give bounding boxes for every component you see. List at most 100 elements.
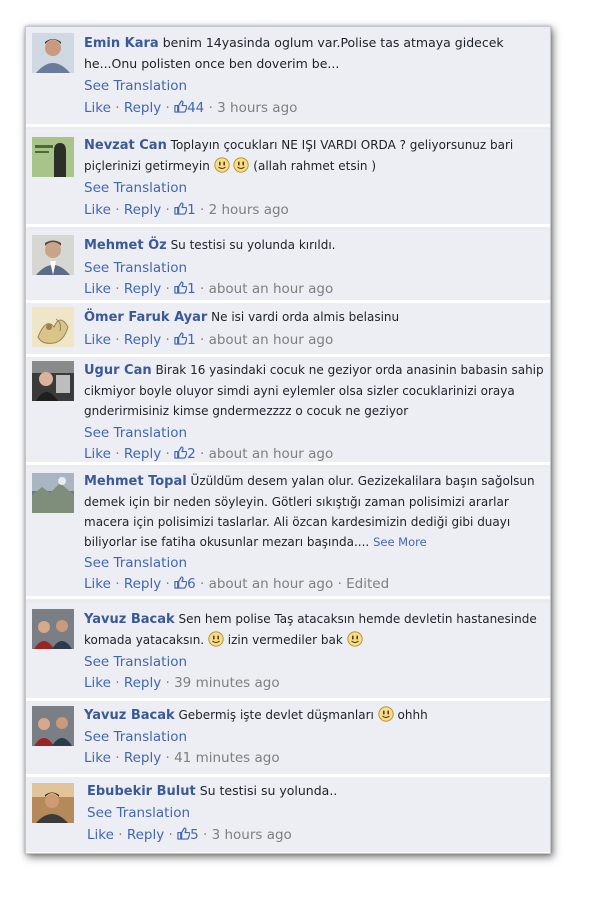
like-count-icon[interactable] [174,202,187,215]
comment-author[interactable]: Ugur Can [84,363,152,378]
separator: · [202,827,208,843]
separator: · [115,281,120,297]
timestamp[interactable]: 3 hours ago [212,827,292,843]
like-link[interactable]: Like [84,332,111,348]
reply-link[interactable]: Reply [124,750,161,766]
smiley-emoji-icon [233,157,249,173]
separator: · [165,100,170,116]
avatar[interactable] [32,609,74,649]
reply-link[interactable]: Reply [124,281,161,297]
like-count-icon[interactable] [174,332,187,345]
separator: · [115,202,120,218]
reply-link[interactable]: Reply [124,100,161,116]
avatar[interactable] [32,137,74,177]
comment-item: Ömer Faruk Ayar Ne isi vardi orda almis … [26,303,550,355]
comment-body: Ebubekir Bulut Su testisi su yolunda.. S… [87,781,543,845]
comment-item: Mehmet Öz Su testisi su yolunda kırıldı.… [26,229,550,301]
like-link[interactable]: Like [84,100,111,116]
smiley-emoji-icon [214,157,230,173]
see-translation-link[interactable]: See Translation [84,654,187,670]
like-link[interactable]: Like [84,202,111,218]
like-count-icon[interactable] [174,100,187,113]
avatar[interactable] [32,783,74,823]
like-link[interactable]: Like [84,675,111,691]
like-count-icon[interactable] [177,827,190,840]
avatar[interactable] [32,307,74,347]
like-count[interactable]: 1 [187,281,196,297]
avatar[interactable] [32,33,74,73]
separator: · [115,675,120,691]
comment-author[interactable]: Mehmet Öz [84,238,167,253]
see-translation-link[interactable]: See Translation [84,729,187,745]
comment-text: Gebermiş işte devlet düşmanları [178,708,374,722]
timestamp[interactable]: about an hour ago [209,446,334,462]
separator: · [165,446,170,462]
comment-text: Ne isi vardi orda almis belasinu [211,310,400,324]
comment-actions: Like · Reply · 44 · 3 hours ago [84,98,542,118]
comment-item: Ebubekir Bulut Su testisi su yolunda.. S… [26,777,550,853]
comment-actions: Like · Reply · 6 · about an hour ago · E… [84,574,546,594]
comment-author[interactable]: Yavuz Bacak [84,708,175,723]
avatar[interactable] [32,235,74,275]
timestamp[interactable]: 41 minutes ago [174,750,280,766]
reply-link[interactable]: Reply [127,827,164,843]
separator: · [115,332,120,348]
reply-link[interactable]: Reply [124,202,161,218]
see-translation-link[interactable]: See Translation [84,78,187,94]
see-translation-link[interactable]: See Translation [84,260,187,276]
comment-author[interactable]: Ebubekir Bulut [87,784,196,799]
like-count-icon[interactable] [174,281,187,294]
see-translation-link[interactable]: See Translation [84,555,187,571]
separator: · [118,827,123,843]
avatar[interactable] [32,473,74,513]
like-count[interactable]: 1 [187,202,196,218]
comments-panel: Emin Kara benim 14yasinda oglum var.Poli… [25,26,551,854]
reply-link[interactable]: Reply [124,332,161,348]
like-count[interactable]: 5 [190,827,199,843]
like-count[interactable]: 2 [187,446,196,462]
timestamp[interactable]: about an hour ago [209,332,334,348]
timestamp[interactable]: 39 minutes ago [174,675,280,691]
comment-text: Su testisi su yolunda kırıldı. [170,238,336,252]
separator: · [199,281,205,297]
like-link[interactable]: Like [84,446,111,462]
avatar[interactable] [32,706,74,746]
reply-link[interactable]: Reply [124,446,161,462]
comment-author[interactable]: Mehmet Topal [84,474,187,489]
like-count[interactable]: 6 [187,576,196,592]
comment-text: Birak 16 yasindaki cocuk ne geziyor orda… [84,363,544,418]
timestamp[interactable]: about an hour ago [209,281,334,297]
timestamp[interactable]: 2 hours ago [209,202,289,218]
separator: · [165,332,170,348]
comment-author[interactable]: Emin Kara [84,36,159,51]
like-link[interactable]: Like [84,576,111,592]
edited-label[interactable]: Edited [346,576,389,592]
reply-link[interactable]: Reply [124,675,161,691]
separator: · [165,750,170,766]
avatar[interactable] [32,361,74,401]
separator: · [199,202,205,218]
like-link[interactable]: Like [87,827,114,843]
timestamp[interactable]: 3 hours ago [217,100,297,116]
comment-author[interactable]: Ömer Faruk Ayar [84,310,207,325]
comment-actions: Like · Reply · 1 · about an hour ago [84,279,544,299]
separator: · [115,576,120,592]
comment-body: Ömer Faruk Ayar Ne isi vardi orda almis … [84,307,544,350]
like-count-icon[interactable] [174,576,187,589]
see-translation-link[interactable]: See Translation [84,180,187,196]
see-translation-link[interactable]: See Translation [84,425,187,441]
separator: · [199,446,205,462]
like-count-icon[interactable] [174,446,187,459]
see-more-link[interactable]: See More [373,535,427,549]
comment-author[interactable]: Nevzat Can [84,138,167,153]
like-count[interactable]: 1 [187,332,196,348]
separator: · [165,281,170,297]
comment-author[interactable]: Yavuz Bacak [84,612,175,627]
like-count[interactable]: 44 [187,100,204,116]
comment-body: Yavuz Bacak Gebermiş işte devlet düşmanl… [84,705,544,768]
like-link[interactable]: Like [84,750,111,766]
timestamp[interactable]: about an hour ago [209,576,334,592]
reply-link[interactable]: Reply [124,576,161,592]
like-link[interactable]: Like [84,281,111,297]
see-translation-link[interactable]: See Translation [87,805,190,821]
